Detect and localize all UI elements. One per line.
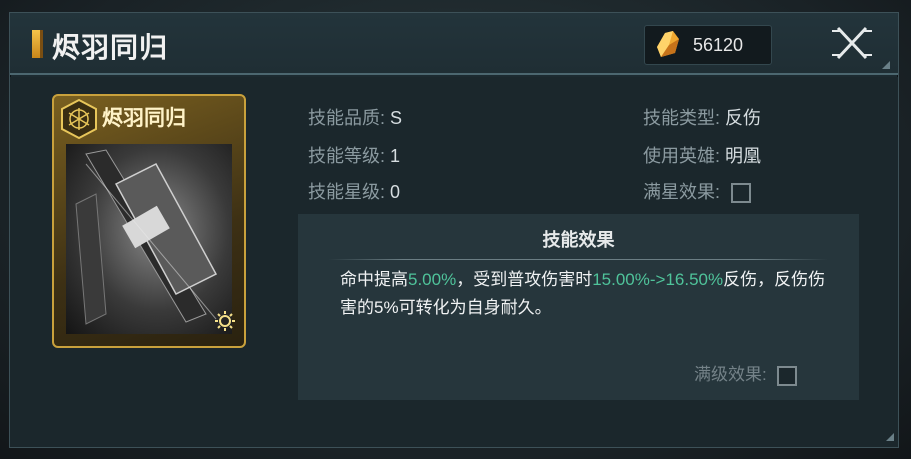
effect-highlight-1: 5.00% <box>408 270 457 289</box>
header-corner-decoration <box>882 61 890 69</box>
page-title: 烬羽同归 <box>52 31 169 64</box>
panel-corner-decoration <box>886 433 894 441</box>
skill-quality-label: 技能品质: <box>308 108 386 128</box>
skill-card: 烬羽同归 <box>52 94 246 348</box>
skill-type-row: 技能类型: 反伤 <box>643 104 761 130</box>
hero-row: 使用英雄: 明凰 <box>643 142 761 168</box>
close-icon <box>832 26 872 60</box>
currency-value: 56120 <box>693 34 744 55</box>
effect-text-part-1: 命中提高 <box>340 270 408 289</box>
effect-highlight-2: 15.00%->16.50% <box>592 270 724 289</box>
skill-star-row: 技能星级: 0 <box>308 178 400 204</box>
full-star-label: 满星效果: <box>643 182 721 202</box>
max-level-checkbox[interactable] <box>777 365 798 386</box>
title-accent-bar <box>32 30 40 58</box>
max-level-effect: 满级效果: <box>694 360 798 386</box>
effect-divider <box>328 259 828 260</box>
effect-description: 命中提高5.00%，受到普攻伤害时15.00%->16.50%反伤，反伤伤害的5… <box>340 266 830 322</box>
weapon-artwork <box>75 149 218 325</box>
full-star-checkbox[interactable] <box>731 183 752 204</box>
header: 烬羽同归 56120 <box>10 13 898 75</box>
skill-effect-box: 技能效果 命中提高5.00%，受到普攻伤害时15.00%->16.50%反伤，反… <box>298 214 859 400</box>
sun-gear-icon <box>215 311 235 331</box>
hexagon-emblem-icon <box>61 98 97 140</box>
skill-type-label: 技能类型: <box>643 108 721 128</box>
effect-title: 技能效果 <box>542 230 615 250</box>
hero-value: 明凰 <box>725 146 762 166</box>
skill-level-value: 1 <box>390 146 401 166</box>
skill-star-label: 技能星级: <box>308 182 386 202</box>
currency-display: 56120 <box>644 25 772 65</box>
hero-label: 使用英雄: <box>643 146 721 166</box>
close-button[interactable] <box>822 19 882 67</box>
card-title: 烬羽同归 <box>102 105 186 130</box>
skill-level-label: 技能等级: <box>308 146 386 166</box>
skill-star-value: 0 <box>390 182 401 202</box>
skill-artwork <box>66 144 232 334</box>
skill-type-value: 反伤 <box>725 108 762 128</box>
full-star-row: 满星效果: <box>643 178 752 204</box>
max-level-label: 满级效果: <box>694 365 767 384</box>
skill-quality-value: S <box>390 108 403 128</box>
skill-quality-row: 技能品质: S <box>308 104 402 130</box>
gold-crystal-icon <box>657 31 679 57</box>
effect-text-part-2: ，受到普攻伤害时 <box>456 270 593 289</box>
skill-level-row: 技能等级: 1 <box>308 142 400 168</box>
